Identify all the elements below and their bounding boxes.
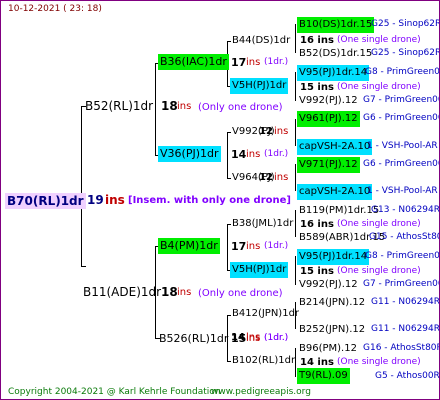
root-insemination-note: [Insem. with only one drone] — [128, 195, 291, 206]
gen4-queen-2a[interactable]: V95(PJ)1dr.14 — [297, 65, 370, 81]
tree-connector — [295, 24, 296, 53]
gen4-queen-4a[interactable]: V971(PJ).12 — [297, 157, 360, 173]
tree-connector — [227, 224, 228, 270]
tree-connector — [295, 119, 296, 146]
gen4-queen-3a[interactable]: V961(PJ).12 — [297, 111, 360, 127]
gen4-queen-4c[interactable]: capVSH-2A.10 — [297, 184, 373, 200]
tree-connector — [155, 63, 156, 155]
tree-connector — [295, 164, 296, 191]
gen3-note-7: (1dr.) — [264, 333, 289, 343]
gen4-queen-6c[interactable]: V992(PJ).12 — [299, 278, 358, 291]
gen3-ins-label-3: ins — [274, 126, 289, 137]
gen4-ins-5: 16 ins — [300, 219, 334, 230]
gen2-ins-count-3: 17 — [231, 240, 247, 253]
gen3-queen-8[interactable]: B102(RL)1dr — [232, 354, 295, 367]
sire-ins-label: ins — [177, 101, 192, 112]
tree-connector — [227, 41, 231, 42]
gen4-breeder-code-6a: G8 - PrimGreen00 — [365, 251, 440, 261]
gen4-breeder-code-7a: G11 - N06294R — [371, 297, 440, 307]
gen4-ins-2: 15 ins — [300, 82, 334, 93]
gen2-ins-count-1: 17 — [231, 56, 247, 69]
tree-connector — [295, 348, 296, 377]
gen3-queen-6[interactable]: V5H(PJ)1dr — [230, 262, 289, 278]
gen3-ins-count-4: 12 — [259, 172, 273, 183]
gen4-breeder-code-8c: G5 - Athos00R — [375, 371, 440, 381]
gen4-queen-5a[interactable]: B119(PM)1dr.15 — [299, 204, 379, 217]
gen4-note-5: (One single drone) — [337, 219, 421, 229]
gen3-ins-count-3: 12 — [259, 126, 273, 137]
sire-queen-name[interactable]: B52(RL)1dr — [85, 100, 153, 113]
gen4-queen-7a[interactable]: B214(JPN).12 — [299, 296, 365, 309]
gen4-breeder-code-5a: G13 - N06294R — [371, 205, 440, 215]
tree-connector — [227, 224, 231, 225]
dam-queen-name[interactable]: B11(ADE)1dr — [83, 286, 161, 299]
tree-connector — [227, 132, 228, 178]
tree-connector — [227, 178, 231, 179]
gen4-breeder-code-6c: G7 - PrimGreen00 — [363, 279, 440, 289]
gen4-note-1: (One single drone) — [337, 35, 421, 45]
gen4-queen-1c[interactable]: B52(DS)1dr.15 — [299, 47, 372, 60]
sire-ins-count: 18 — [161, 99, 178, 113]
tree-connector — [81, 266, 86, 267]
gen4-queen-6a[interactable]: V95(PJ)1dr.14 — [297, 249, 370, 265]
gen2-note-2: (1dr.) — [264, 149, 289, 159]
gen2-queen-1[interactable]: B36(IAC)1dr — [158, 54, 229, 70]
tree-connector — [227, 361, 231, 362]
gen4-breeder-code-5c: G15 - AthosSt80R — [369, 232, 439, 242]
gen3-ins-label-4: ins — [274, 172, 289, 183]
gen3-queen-1[interactable]: B44(DS)1dr — [232, 34, 290, 47]
gen4-queen-8c[interactable]: T9(RL).09 — [297, 368, 350, 384]
gen4-breeder-code-8a: G16 - AthosSt80R — [363, 343, 440, 353]
tree-connector — [295, 210, 296, 237]
gen4-ins-1: 16 ins — [300, 35, 334, 46]
gen4-note-2: (One single drone) — [337, 82, 421, 92]
gen4-queen-3c[interactable]: capVSH-2A.10 — [297, 139, 373, 155]
gen4-breeder-code-2c: G7 - PrimGreen00 — [363, 95, 440, 105]
root-ins-count: 19 — [87, 193, 104, 207]
gen4-queen-7c[interactable]: B252(JPN).12 — [299, 323, 365, 336]
gen4-breeder-code-7c: G11 - N06294R — [371, 324, 440, 334]
dam-ins-label: ins — [177, 287, 192, 298]
sire-insemination-note: (Only one drone) — [198, 102, 283, 113]
gen2-queen-4[interactable]: B526(RL)1dr — [159, 332, 228, 345]
gen4-queen-1a[interactable]: B10(DS)1dr.15 — [297, 17, 375, 33]
pedigree-chart: 10-12-2021 ( 23: 18) B70(RL)1dr 19 ins [… — [0, 0, 440, 400]
gen2-ins-count-2: 14 — [231, 148, 247, 161]
gen4-breeder-code-1a: G25 - Sinop62R — [371, 19, 440, 29]
gen2-queen-2[interactable]: V36(PJ)1dr — [158, 146, 221, 162]
gen4-breeder-code-3c: 1 - VSH-Pool-AR — [367, 141, 438, 151]
gen4-breeder-code-3a: G6 - PrimGreen00 — [363, 113, 440, 123]
gen4-breeder-code-2a: G8 - PrimGreen00 — [365, 67, 440, 77]
gen2-note-1: (1dr.) — [264, 57, 289, 67]
report-date: 10-12-2021 ( 23: 18) — [8, 4, 102, 14]
gen2-ins-label-1: ins — [246, 57, 261, 68]
gen4-queen-2c[interactable]: V992(PJ).12 — [299, 94, 358, 107]
gen4-ins-6: 15 ins — [300, 266, 334, 277]
tree-connector — [295, 256, 296, 285]
tree-connector — [295, 72, 296, 101]
tree-connector — [227, 132, 231, 133]
gen4-breeder-code-1c: G25 - Sinop62R — [371, 48, 440, 58]
tree-connector — [81, 106, 82, 266]
gen3-ins-count-7: 14 — [231, 332, 245, 343]
gen4-note-6: (One single drone) — [337, 266, 421, 276]
tree-connector — [227, 315, 231, 316]
copyright-text: Copyright 2004-2021 @ Karl Kehrle Founda… — [8, 387, 221, 397]
gen3-queen-2[interactable]: V5H(PJ)1dr — [230, 78, 289, 94]
website-link[interactable]: www.pedigreeapis.org — [211, 386, 311, 399]
root-ins-label: ins — [105, 193, 125, 207]
gen4-breeder-code-4a: G6 - PrimGreen00 — [363, 159, 440, 169]
gen4-queen-8a[interactable]: B96(PM).12 — [299, 342, 357, 355]
gen2-ins-label-2: ins — [246, 149, 261, 160]
gen3-ins-label-7: ins — [246, 332, 261, 343]
gen3-queen-7[interactable]: B412(JPN)1dr — [232, 307, 299, 320]
dam-insemination-note: (Only one drone) — [198, 288, 283, 299]
gen4-breeder-code-4c: 1 - VSH-Pool-AR — [367, 186, 438, 196]
gen3-queen-5[interactable]: B38(JML)1dr — [232, 217, 293, 230]
gen2-queen-3[interactable]: B4(PM)1dr — [158, 238, 220, 254]
gen2-note-3: (1dr.) — [264, 241, 289, 251]
root-queen-name[interactable]: B70(RL)1dr — [5, 193, 86, 209]
gen2-ins-label-3: ins — [246, 241, 261, 252]
dam-ins-count: 18 — [161, 285, 178, 299]
